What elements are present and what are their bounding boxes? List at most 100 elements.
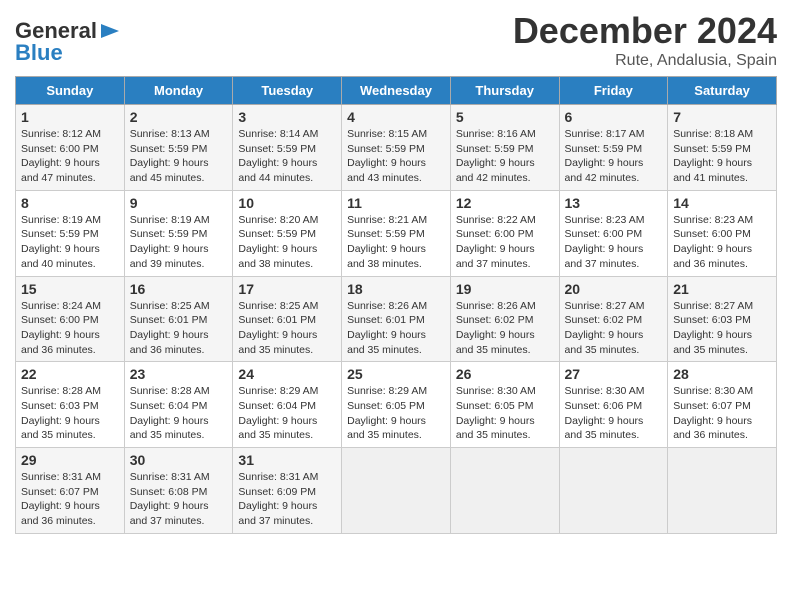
day-number: 1 [21, 109, 119, 125]
day-detail: Sunrise: 8:30 AM Sunset: 6:06 PM Dayligh… [565, 384, 663, 443]
calendar-cell: 11 Sunrise: 8:21 AM Sunset: 5:59 PM Dayli… [342, 190, 451, 276]
day-number: 8 [21, 195, 119, 211]
day-detail: Sunrise: 8:26 AM Sunset: 6:02 PM Dayligh… [456, 299, 554, 358]
week-row-5: 29 Sunrise: 8:31 AM Sunset: 6:07 PM Dayli… [16, 448, 777, 534]
calendar-cell: 21 Sunrise: 8:27 AM Sunset: 6:03 PM Dayli… [668, 276, 777, 362]
day-number: 31 [238, 452, 336, 468]
month-title: December 2024 Rute, Andalusia, Spain [513, 10, 777, 70]
day-detail: Sunrise: 8:25 AM Sunset: 6:01 PM Dayligh… [238, 299, 336, 358]
day-number: 19 [456, 281, 554, 297]
day-detail: Sunrise: 8:27 AM Sunset: 6:02 PM Dayligh… [565, 299, 663, 358]
day-detail: Sunrise: 8:24 AM Sunset: 6:00 PM Dayligh… [21, 299, 119, 358]
day-detail: Sunrise: 8:31 AM Sunset: 6:09 PM Dayligh… [238, 470, 336, 529]
weekday-header-row: SundayMondayTuesdayWednesdayThursdayFrid… [16, 77, 777, 105]
calendar-cell: 30 Sunrise: 8:31 AM Sunset: 6:08 PM Dayli… [124, 448, 233, 534]
day-detail: Sunrise: 8:12 AM Sunset: 6:00 PM Dayligh… [21, 127, 119, 186]
day-detail: Sunrise: 8:31 AM Sunset: 6:07 PM Dayligh… [21, 470, 119, 529]
day-detail: Sunrise: 8:26 AM Sunset: 6:01 PM Dayligh… [347, 299, 445, 358]
day-detail: Sunrise: 8:31 AM Sunset: 6:08 PM Dayligh… [130, 470, 228, 529]
day-number: 6 [565, 109, 663, 125]
calendar-cell: 3Sunrise: 8:14 AM Sunset: 5:59 PM Daylig… [233, 105, 342, 191]
calendar-cell: 1 Sunrise: 8:12 AM Sunset: 6:00 PM Daylig… [16, 105, 125, 191]
day-detail: Sunrise: 8:20 AM Sunset: 5:59 PM Dayligh… [238, 213, 336, 272]
day-detail: Sunrise: 8:13 AM Sunset: 5:59 PM Dayligh… [130, 127, 228, 186]
calendar-cell: 4Sunrise: 8:15 AM Sunset: 5:59 PM Daylig… [342, 105, 451, 191]
day-number: 28 [673, 366, 771, 382]
weekday-header-thursday: Thursday [450, 77, 559, 105]
calendar-cell: 20 Sunrise: 8:27 AM Sunset: 6:02 PM Dayli… [559, 276, 668, 362]
calendar-cell: 2 Sunrise: 8:13 AM Sunset: 5:59 PM Daylig… [124, 105, 233, 191]
weekday-header-sunday: Sunday [16, 77, 125, 105]
day-number: 20 [565, 281, 663, 297]
logo-blue: Blue [15, 40, 63, 66]
day-detail: Sunrise: 8:15 AM Sunset: 5:59 PM Dayligh… [347, 127, 445, 186]
location-heading: Rute, Andalusia, Spain [513, 52, 777, 70]
week-row-3: 15 Sunrise: 8:24 AM Sunset: 6:00 PM Dayli… [16, 276, 777, 362]
calendar-cell: 28 Sunrise: 8:30 AM Sunset: 6:07 PM Dayli… [668, 362, 777, 448]
day-number: 30 [130, 452, 228, 468]
header: General Blue December 2024 Rute, Andalus… [15, 10, 777, 70]
week-row-2: 8 Sunrise: 8:19 AM Sunset: 5:59 PM Daylig… [16, 190, 777, 276]
day-number: 29 [21, 452, 119, 468]
day-number: 22 [21, 366, 119, 382]
weekday-header-saturday: Saturday [668, 77, 777, 105]
calendar-cell: 23Sunrise: 8:28 AM Sunset: 6:04 PM Dayli… [124, 362, 233, 448]
week-row-1: 1 Sunrise: 8:12 AM Sunset: 6:00 PM Daylig… [16, 105, 777, 191]
day-detail: Sunrise: 8:17 AM Sunset: 5:59 PM Dayligh… [565, 127, 663, 186]
calendar-cell: 24 Sunrise: 8:29 AM Sunset: 6:04 PM Dayli… [233, 362, 342, 448]
calendar-cell: 25Sunrise: 8:29 AM Sunset: 6:05 PM Dayli… [342, 362, 451, 448]
weekday-header-friday: Friday [559, 77, 668, 105]
month-heading: December 2024 [513, 10, 777, 52]
logo: General Blue [15, 18, 121, 66]
calendar-cell: 27Sunrise: 8:30 AM Sunset: 6:06 PM Dayli… [559, 362, 668, 448]
day-detail: Sunrise: 8:29 AM Sunset: 6:04 PM Dayligh… [238, 384, 336, 443]
day-detail: Sunrise: 8:21 AM Sunset: 5:59 PM Dayligh… [347, 213, 445, 272]
day-detail: Sunrise: 8:27 AM Sunset: 6:03 PM Dayligh… [673, 299, 771, 358]
calendar-cell: 15 Sunrise: 8:24 AM Sunset: 6:00 PM Dayli… [16, 276, 125, 362]
day-detail: Sunrise: 8:19 AM Sunset: 5:59 PM Dayligh… [130, 213, 228, 272]
day-number: 9 [130, 195, 228, 211]
calendar-cell: 29 Sunrise: 8:31 AM Sunset: 6:07 PM Dayli… [16, 448, 125, 534]
calendar-cell: 13 Sunrise: 8:23 AM Sunset: 6:00 PM Dayli… [559, 190, 668, 276]
calendar-cell: 18 Sunrise: 8:26 AM Sunset: 6:01 PM Dayli… [342, 276, 451, 362]
calendar-cell: 22Sunrise: 8:28 AM Sunset: 6:03 PM Dayli… [16, 362, 125, 448]
calendar-cell: 14Sunrise: 8:23 AM Sunset: 6:00 PM Dayli… [668, 190, 777, 276]
logo-flag-icon [99, 22, 121, 40]
day-number: 5 [456, 109, 554, 125]
day-number: 10 [238, 195, 336, 211]
calendar-cell: 10 Sunrise: 8:20 AM Sunset: 5:59 PM Dayli… [233, 190, 342, 276]
week-row-4: 22Sunrise: 8:28 AM Sunset: 6:03 PM Dayli… [16, 362, 777, 448]
day-detail: Sunrise: 8:30 AM Sunset: 6:07 PM Dayligh… [673, 384, 771, 443]
day-number: 15 [21, 281, 119, 297]
day-number: 18 [347, 281, 445, 297]
day-number: 23 [130, 366, 228, 382]
calendar-cell: 31 Sunrise: 8:31 AM Sunset: 6:09 PM Dayli… [233, 448, 342, 534]
calendar-cell: 9 Sunrise: 8:19 AM Sunset: 5:59 PM Daylig… [124, 190, 233, 276]
day-detail: Sunrise: 8:19 AM Sunset: 5:59 PM Dayligh… [21, 213, 119, 272]
calendar-cell [450, 448, 559, 534]
calendar-cell [342, 448, 451, 534]
calendar-cell: 5Sunrise: 8:16 AM Sunset: 5:59 PM Daylig… [450, 105, 559, 191]
day-number: 21 [673, 281, 771, 297]
calendar-table: SundayMondayTuesdayWednesdayThursdayFrid… [15, 76, 777, 534]
day-detail: Sunrise: 8:23 AM Sunset: 6:00 PM Dayligh… [565, 213, 663, 272]
calendar-cell: 16Sunrise: 8:25 AM Sunset: 6:01 PM Dayli… [124, 276, 233, 362]
day-number: 11 [347, 195, 445, 211]
calendar-cell: 7 Sunrise: 8:18 AM Sunset: 5:59 PM Daylig… [668, 105, 777, 191]
day-number: 13 [565, 195, 663, 211]
day-number: 24 [238, 366, 336, 382]
day-number: 16 [130, 281, 228, 297]
calendar-cell: 6 Sunrise: 8:17 AM Sunset: 5:59 PM Daylig… [559, 105, 668, 191]
day-detail: Sunrise: 8:30 AM Sunset: 6:05 PM Dayligh… [456, 384, 554, 443]
day-detail: Sunrise: 8:23 AM Sunset: 6:00 PM Dayligh… [673, 213, 771, 272]
day-number: 7 [673, 109, 771, 125]
calendar-cell: 26 Sunrise: 8:30 AM Sunset: 6:05 PM Dayli… [450, 362, 559, 448]
day-number: 2 [130, 109, 228, 125]
weekday-header-monday: Monday [124, 77, 233, 105]
weekday-header-wednesday: Wednesday [342, 77, 451, 105]
day-detail: Sunrise: 8:18 AM Sunset: 5:59 PM Dayligh… [673, 127, 771, 186]
day-number: 26 [456, 366, 554, 382]
calendar-cell [668, 448, 777, 534]
day-detail: Sunrise: 8:14 AM Sunset: 5:59 PM Dayligh… [238, 127, 336, 186]
calendar-cell: 17Sunrise: 8:25 AM Sunset: 6:01 PM Dayli… [233, 276, 342, 362]
